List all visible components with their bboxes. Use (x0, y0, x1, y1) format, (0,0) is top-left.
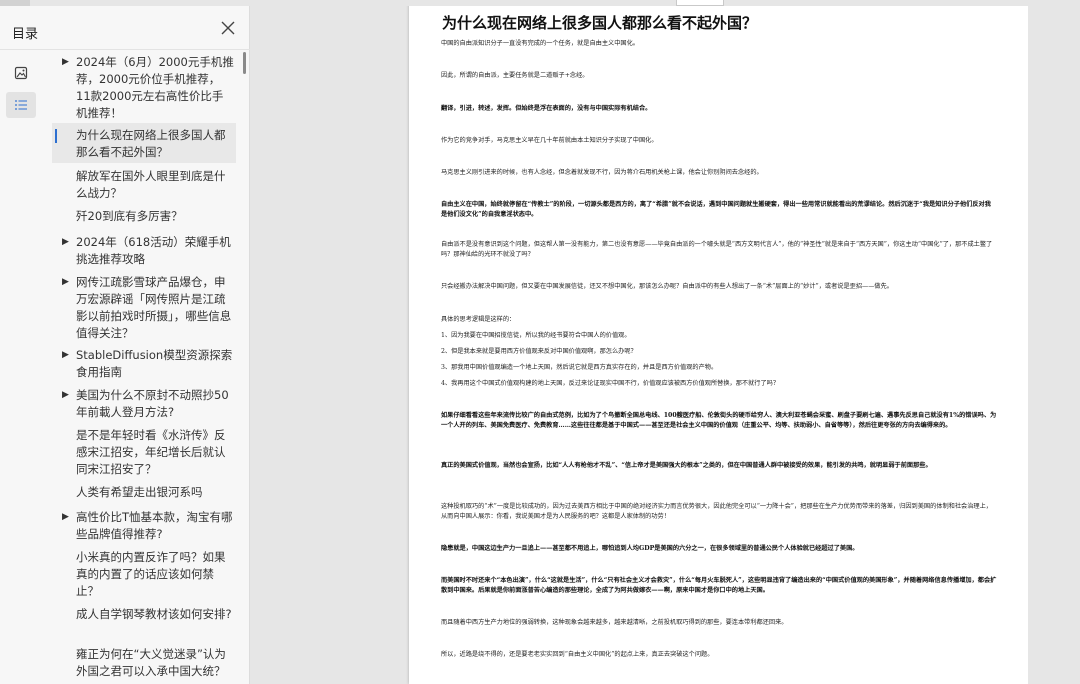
paragraph: 4、我再用这个中国式价值观构建的地上天国，反过来论证现实中国不行，价值观应该被西… (441, 380, 780, 387)
paragraph: 而美国时不时还来个“本色出演”，什么“这就是生活”，什么“只有社会主义才会救灾”… (441, 577, 997, 594)
paragraph: 2、但是我本来就是要用西方价值观来反对中国价值观啊，那怎么办呢？ (441, 348, 637, 355)
paragraph: 中国的自由派知识分子一直没有完成的一个任务，就是自由主义中国化。 (441, 40, 639, 47)
toc-list: ▶ 2024年（6月）2000元手机推荐，2000元价位手机推荐，11款2000… (52, 50, 242, 684)
image-icon (14, 66, 28, 80)
toc-item[interactable]: ▶ 网传江疏影雪球产品爆仓，申万宏源辟谣「网传照片是江疏影以前拍戏时所摄」，哪些… (52, 274, 236, 342)
sidebar-scrollbar-thumb[interactable] (243, 52, 246, 74)
paragraph: 马克思主义刚引进来的时候，也有人念经，但念着就发现不行，因为蒋介石用机关枪上课，… (441, 169, 763, 176)
paragraph: 真正的美国式价值观，当然也会宣扬，比如“人人有枪他才不乱”、“信上帝才是美国强大… (441, 462, 932, 469)
paragraph: 作为它的竞争对手，马克思主义早在几十年前就由本土知识分子实现了中国化。 (441, 137, 658, 144)
toc-item[interactable]: ▶ StableDiffusion模型资源探索食用指南 (52, 347, 236, 381)
expand-arrow-icon[interactable]: ▶ (62, 54, 69, 71)
expand-arrow-icon[interactable]: ▶ (62, 387, 69, 404)
toc-item[interactable]: 成人自学钢琴教材该如何安排? (52, 606, 236, 640)
toc-item[interactable]: ▶ 高性价比T恤基本款，淘宝有哪些品牌值得推荐? (52, 509, 236, 543)
toc-item[interactable]: 雍正为何在“大义觉迷录”认为外国之君可以入承中国大统？ (52, 646, 236, 684)
expand-arrow-icon[interactable]: ▶ (62, 509, 69, 526)
top-toolbar-strip (0, 0, 1080, 6)
viewer-background (1028, 0, 1080, 684)
expand-arrow-icon[interactable]: ▶ (62, 347, 69, 364)
toc-item[interactable]: 歼20到底有多厉害？ (52, 208, 236, 225)
expand-arrow-icon[interactable]: ▶ (62, 234, 69, 251)
paragraph: 1、因为我要在中国招揽信徒，所以我的经书要符合中国人的价值观。 (441, 332, 631, 339)
paragraph: 如果仔细看看这些年来流传比较广的自由式范例，比如为了个鸟撤断全国总电线、100艘… (441, 412, 997, 429)
toc-item[interactable]: 人类有希望走出银河系吗 (52, 484, 236, 501)
close-icon[interactable] (219, 19, 237, 37)
page-number-box[interactable] (676, 0, 724, 6)
sidebar-title: 目录 (12, 27, 39, 42)
paragraph: 隐患就是，中国这边生产力一旦追上——甚至都不用追上，哪怕追到人均GDP是美国的六… (441, 545, 859, 552)
sidebar-header: 目录 (0, 6, 250, 50)
toc-item[interactable]: ▶ 2024年（6月）2000元手机推荐，2000元价位手机推荐，11款2000… (52, 54, 236, 122)
toc-item[interactable]: 小米真的内置反诈了吗？如果真的内置了的话应该如何禁止？ (52, 549, 236, 600)
toc-item[interactable]: 是不是年轻时看《水浒传》反感宋江招安，年纪增长后就认同宋江招安了？ (52, 427, 236, 478)
outline-view-button[interactable] (6, 92, 36, 118)
thumbnail-view-button[interactable] (6, 60, 36, 86)
expand-arrow-icon[interactable]: ▶ (62, 274, 69, 291)
paragraph: 只会经搬办法解决中国问题，但又要在中国发展信徒，还又不想中国化，那该怎么办呢？自… (441, 283, 893, 290)
paragraph: 因此，所谓的自由派，主要任务就是二道贩子+念经。 (441, 72, 589, 79)
paragraph: 这种投机取巧的“术”一度是比较成功的，因为过去美西方相比于中国的绝对经济实力而言… (441, 503, 992, 520)
document-title: 为什么现在网络上很多国人都那么看不起外国？ (442, 14, 758, 32)
list-icon (15, 100, 27, 110)
current-indicator (55, 129, 57, 143)
paragraph: 3、那我用中国价值观编造一个地上天国，然后说它就是西方真实存在的，并且是西方价值… (441, 364, 718, 371)
document-page: 为什么现在网络上很多国人都那么看不起外国？ 中国的自由派知识分子一直没有完成的一… (409, 0, 1028, 684)
paragraph: 自由派不是没有意识到这个问题，但这帮人第一没有能力，第二也没有意愿——毕竟自由派… (441, 241, 993, 258)
toc-item[interactable]: ▶ 2024年（618活动）荣耀手机挑选推荐攻略 (52, 234, 236, 268)
toc-item[interactable]: 解放军在国外人眼里到底是什么战力？ (52, 168, 236, 202)
paragraph: 翻译，引进，转述，发挥。但始终是浮在表面的，没有与中国实际有机结合。 (441, 105, 652, 112)
toc-item-current[interactable]: 为什么现在网络上很多国人都那么看不起外国？ (52, 123, 236, 163)
sidebar-icon-column (0, 50, 42, 684)
toc-item[interactable]: ▶ 美国为什么不原封不动照抄50年前載人登月方法? (52, 387, 236, 421)
paragraph: 具体的思考逻辑是这样的： (441, 316, 516, 323)
paragraph: 自由主义在中国，始终就停留在“传教士”的阶段，一切源头都是西方的，离了“希腊”就… (441, 201, 991, 218)
paragraph: 所以，近路是绕不得的，还是要老老实实回到“自由主义中国化”的起点上来，真正去突破… (441, 651, 714, 658)
toc-sidebar: 目录 ▶ 2024年（6月）2000元手机推荐，2000元价位手机推荐，11款2… (0, 0, 250, 684)
paragraph: 而且随着中西方生产力地位的强弱转换，这种现象会越来越多，越来越清晰，之前投机取巧… (441, 619, 788, 626)
toolbar-tab[interactable] (0, 0, 30, 6)
